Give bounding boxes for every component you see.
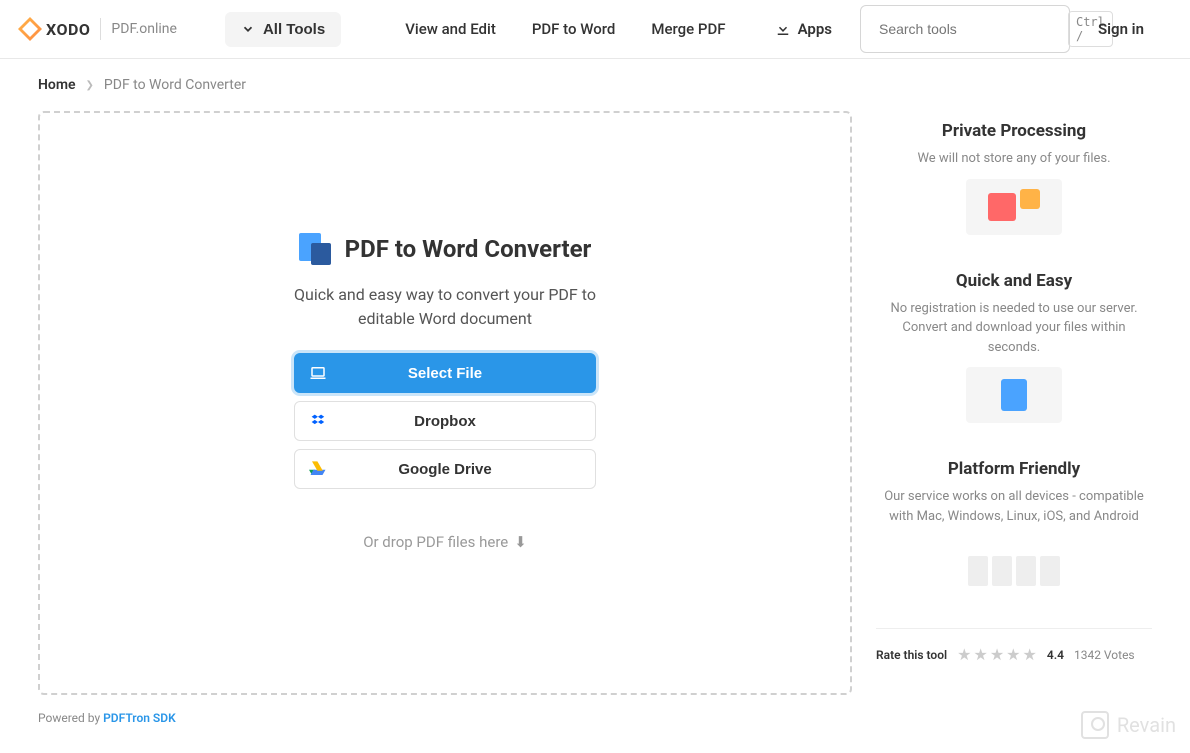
powered-by-text: Powered by (38, 711, 103, 725)
nav-view-edit[interactable]: View and Edit (405, 20, 496, 38)
drop-hint-text: Or drop PDF files here (363, 533, 508, 551)
all-tools-button[interactable]: All Tools (225, 12, 341, 47)
revain-icon (1081, 711, 1109, 739)
google-drive-button[interactable]: Google Drive (294, 449, 596, 489)
xodo-logo-icon (18, 17, 42, 41)
features-sidebar: Private Processing We will not store any… (876, 111, 1152, 695)
signin-link[interactable]: Sign in (1098, 20, 1144, 38)
apps-label: Apps (798, 20, 832, 38)
feature-desc: No registration is needed to use our ser… (876, 299, 1152, 358)
rating-stars[interactable]: ★ ★ ★ ★ ★ (957, 645, 1037, 664)
nav-links: View and Edit PDF to Word Merge PDF (405, 20, 725, 38)
search-input[interactable] (879, 21, 1060, 37)
google-drive-icon (309, 460, 327, 478)
rating-label: Rate this tool (876, 648, 947, 662)
breadcrumb-current: PDF to Word Converter (104, 77, 246, 93)
download-icon (774, 20, 792, 38)
chevron-down-icon (241, 22, 255, 36)
file-source-buttons: Select File Dropbox Google Drive (294, 353, 596, 489)
dropbox-label: Dropbox (295, 413, 595, 430)
chevron-right-icon: ❯ (86, 80, 94, 91)
star-icon[interactable]: ★ (957, 645, 971, 664)
rating-row: Rate this tool ★ ★ ★ ★ ★ 4.4 1342 Votes (876, 628, 1152, 664)
star-icon[interactable]: ★ (990, 645, 1004, 664)
apps-button[interactable]: Apps (774, 20, 832, 38)
star-icon[interactable]: ★ (973, 645, 987, 664)
search-box[interactable]: Ctrl / (860, 5, 1070, 53)
tool-title-row: PDF to Word Converter (299, 233, 592, 265)
star-icon[interactable]: ★ (1006, 645, 1020, 664)
nav-merge-pdf[interactable]: Merge PDF (651, 20, 725, 38)
laptop-icon (309, 364, 327, 382)
rating-votes: 1342 Votes (1074, 648, 1135, 662)
gdrive-label: Google Drive (295, 461, 595, 478)
feature-illustration (966, 179, 1062, 235)
feature-title: Private Processing (876, 121, 1152, 141)
all-tools-label: All Tools (263, 21, 325, 38)
breadcrumb-home[interactable]: Home (38, 77, 76, 93)
feature-platform: Platform Friendly Our service works on a… (876, 459, 1152, 592)
star-icon[interactable]: ★ (1023, 645, 1037, 664)
pdftron-sdk-link[interactable]: PDFTron SDK (103, 711, 176, 725)
tool-title: PDF to Word Converter (345, 235, 592, 263)
rating-score: 4.4 (1047, 648, 1064, 662)
feature-title: Quick and Easy (876, 271, 1152, 291)
feature-illustration (966, 367, 1062, 423)
select-file-label: Select File (295, 365, 595, 382)
header: XODO PDF.online All Tools View and Edit … (0, 0, 1190, 59)
pdf-to-word-icon (299, 233, 331, 265)
arrow-down-icon: ⬇ (514, 533, 527, 551)
dropbox-icon (309, 412, 327, 430)
dropbox-button[interactable]: Dropbox (294, 401, 596, 441)
dropzone[interactable]: PDF to Word Converter Quick and easy way… (38, 111, 852, 695)
feature-desc: We will not store any of your files. (876, 149, 1152, 169)
select-file-button[interactable]: Select File (294, 353, 596, 393)
logo[interactable]: XODO PDF.online (18, 17, 177, 41)
revain-watermark: Revain (1081, 711, 1176, 739)
breadcrumb: Home ❯ PDF to Word Converter (0, 59, 1190, 111)
feature-desc: Our service works on all devices - compa… (876, 487, 1152, 526)
feature-illustration (966, 536, 1062, 592)
footer: Powered by PDFTron SDK (0, 695, 1190, 725)
nav-pdf-to-word[interactable]: PDF to Word (532, 20, 616, 38)
logo-subtext: PDF.online (111, 21, 177, 37)
revain-text: Revain (1117, 713, 1176, 737)
tool-subtitle: Quick and easy way to convert your PDF t… (280, 283, 610, 331)
feature-title: Platform Friendly (876, 459, 1152, 479)
logo-text: XODO (46, 20, 90, 39)
logo-divider (100, 18, 101, 40)
drop-hint: Or drop PDF files here ⬇ (363, 533, 527, 551)
feature-quick: Quick and Easy No registration is needed… (876, 271, 1152, 424)
main-content: PDF to Word Converter Quick and easy way… (0, 111, 1190, 695)
feature-private: Private Processing We will not store any… (876, 121, 1152, 235)
